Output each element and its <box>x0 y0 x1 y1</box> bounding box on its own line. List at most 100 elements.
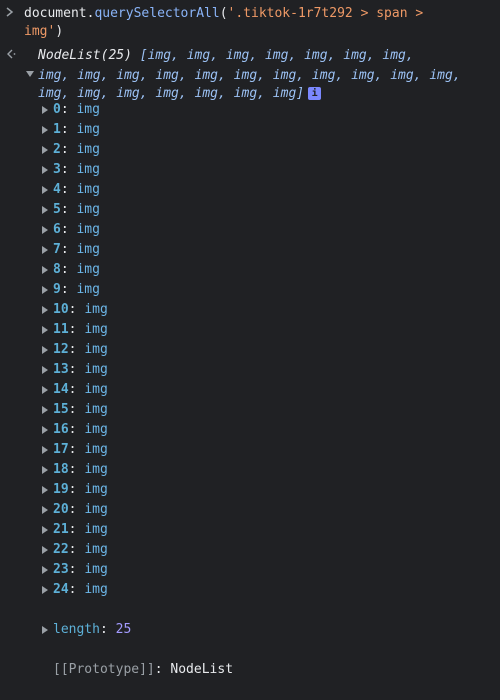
expand-triangle-icon[interactable] <box>42 106 48 114</box>
item-separator: : <box>68 342 85 357</box>
item-index: 17 <box>53 442 69 457</box>
list-item[interactable]: 5: img <box>40 200 340 220</box>
list-item[interactable]: 18: img <box>40 460 340 480</box>
expand-triangle-icon[interactable] <box>42 446 48 454</box>
expand-triangle-icon[interactable] <box>42 306 48 314</box>
command-text-line-2[interactable]: img') <box>24 22 63 42</box>
item-value: img <box>84 562 108 577</box>
return-arrow-icon <box>6 46 16 66</box>
item-index: 20 <box>53 502 69 517</box>
command-text-line-1[interactable]: document.querySelectorAll('.tiktok-1r7t2… <box>24 4 423 24</box>
item-value: img <box>84 582 108 597</box>
item-separator: : <box>60 262 77 277</box>
command-selector-string-end: img' <box>24 24 56 39</box>
list-item[interactable]: 11: img <box>40 320 340 340</box>
list-item[interactable]: 22: img <box>40 540 340 560</box>
list-item[interactable]: 23: img <box>40 560 340 580</box>
item-value: img <box>84 302 108 317</box>
expand-triangle-icon[interactable] <box>42 266 48 274</box>
list-item[interactable]: 20: img <box>40 500 340 520</box>
list-item[interactable]: 14: img <box>40 380 340 400</box>
item-separator: : <box>68 422 85 437</box>
nodelist-summary-line-1[interactable]: NodeList(25) [img, img, img, img, img, i… <box>38 46 414 66</box>
expand-triangle-icon[interactable] <box>42 366 48 374</box>
item-index: 4 <box>53 182 61 197</box>
list-item[interactable]: 17: img <box>40 440 340 460</box>
item-index: 0 <box>53 102 61 117</box>
list-item[interactable]: 8: img <box>40 260 340 280</box>
item-index: 16 <box>53 422 69 437</box>
item-separator: : <box>60 162 77 177</box>
item-index: 10 <box>53 302 69 317</box>
devtools-console: document.querySelectorAll('.tiktok-1r7t2… <box>0 0 500 677</box>
expand-triangle-icon[interactable] <box>42 346 48 354</box>
expand-triangle-icon[interactable] <box>42 546 48 554</box>
list-item[interactable]: 2: img <box>40 140 340 160</box>
item-index: 15 <box>53 402 69 417</box>
list-item[interactable]: 0: img <box>40 100 340 120</box>
item-separator: : <box>60 182 77 197</box>
list-item[interactable]: 1: img <box>40 120 340 140</box>
item-value: img <box>76 202 100 217</box>
item-separator: : <box>68 442 85 457</box>
list-item[interactable]: 4: img <box>40 180 340 200</box>
item-separator: : <box>68 302 85 317</box>
expand-triangle-icon[interactable] <box>42 626 48 634</box>
item-separator: : <box>68 562 85 577</box>
item-separator: : <box>68 482 85 497</box>
list-item[interactable]: 13: img <box>40 360 340 380</box>
item-index: 22 <box>53 542 69 557</box>
command-close-paren: ) <box>55 24 64 39</box>
expand-triangle-icon[interactable] <box>42 486 48 494</box>
expand-triangle-icon[interactable] <box>42 226 48 234</box>
item-separator: : <box>68 402 85 417</box>
expand-triangle-icon[interactable] <box>42 566 48 574</box>
expand-triangle-icon[interactable] <box>42 126 48 134</box>
item-index: 14 <box>53 382 69 397</box>
item-value: img <box>84 382 108 397</box>
item-value: img <box>84 502 108 517</box>
list-item[interactable]: 15: img <box>40 400 340 420</box>
expand-triangle-icon[interactable] <box>42 166 48 174</box>
expand-triangle-icon[interactable] <box>42 586 48 594</box>
prototype-property[interactable]: [[Prototype]]: NodeList <box>40 620 340 677</box>
list-item[interactable]: 9: img <box>40 280 340 300</box>
prototype-value: NodeList <box>170 662 234 677</box>
nodelist-preview-1: [img, img, img, img, img, img, img, <box>139 48 414 63</box>
list-item[interactable]: 7: img <box>40 240 340 260</box>
expand-triangle-icon[interactable] <box>42 246 48 254</box>
expand-triangle-icon[interactable] <box>26 71 34 77</box>
expand-triangle-icon[interactable] <box>42 406 48 414</box>
list-item[interactable]: 12: img <box>40 340 340 360</box>
list-item[interactable]: 24: img <box>40 580 340 600</box>
expand-triangle-icon[interactable] <box>42 466 48 474</box>
info-icon[interactable]: i <box>308 87 322 100</box>
item-separator: : <box>68 362 85 377</box>
list-item[interactable]: 21: img <box>40 520 340 540</box>
expand-triangle-icon[interactable] <box>42 206 48 214</box>
item-value: img <box>84 522 108 537</box>
item-value: img <box>84 342 108 357</box>
item-index: 6 <box>53 222 61 237</box>
list-item[interactable]: 3: img <box>40 160 340 180</box>
command-paren: ( <box>219 6 228 21</box>
item-separator: : <box>68 322 85 337</box>
expand-triangle-icon[interactable] <box>42 506 48 514</box>
list-item[interactable]: 10: img <box>40 300 340 320</box>
command-object: document. <box>24 6 95 21</box>
expand-triangle-icon[interactable] <box>42 386 48 394</box>
expand-triangle-icon[interactable] <box>42 426 48 434</box>
expand-triangle-icon[interactable] <box>42 146 48 154</box>
expand-triangle-icon[interactable] <box>42 326 48 334</box>
expand-triangle-icon[interactable] <box>42 186 48 194</box>
item-separator: : <box>60 102 77 117</box>
list-item[interactable]: 6: img <box>40 220 340 240</box>
item-value: img <box>84 322 108 337</box>
expand-triangle-icon[interactable] <box>42 526 48 534</box>
list-item[interactable]: 16: img <box>40 420 340 440</box>
list-item[interactable]: 19: img <box>40 480 340 500</box>
item-index: 7 <box>53 242 61 257</box>
item-value: img <box>76 162 100 177</box>
expand-triangle-icon[interactable] <box>42 286 48 294</box>
item-separator: : <box>60 222 77 237</box>
